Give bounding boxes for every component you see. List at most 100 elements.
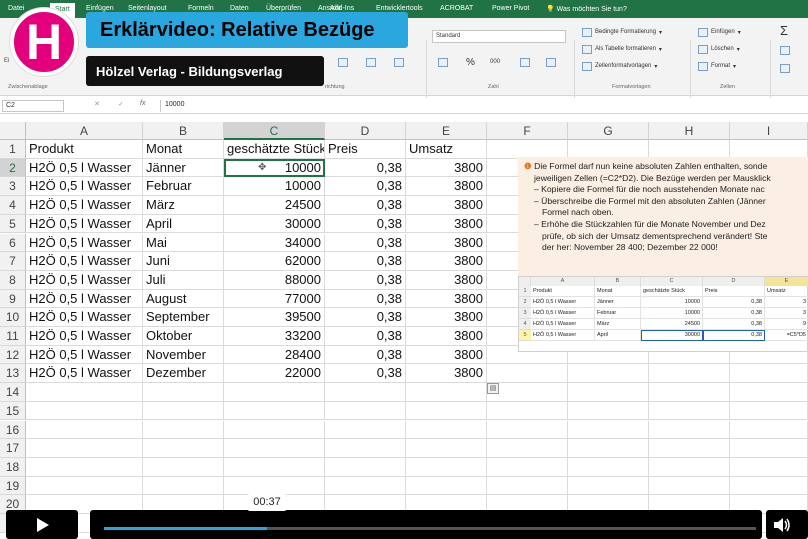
empty-cell[interactable] xyxy=(224,383,325,402)
cell-e[interactable]: 3800 xyxy=(406,364,487,384)
cell-a[interactable]: H2Ö 0,5 l Wasser xyxy=(26,308,143,327)
tab-seitenlayout[interactable]: Seitenlayout xyxy=(128,5,167,12)
empty-cell[interactable] xyxy=(730,457,808,477)
video-seekbar[interactable] xyxy=(90,510,762,539)
empty-cell[interactable] xyxy=(325,457,406,477)
cell-d[interactable]: 0,38 xyxy=(325,196,406,215)
number-format-select[interactable]: Standard xyxy=(432,30,566,43)
empty-cell[interactable] xyxy=(26,476,143,496)
column-header-c[interactable]: C xyxy=(224,122,325,140)
empty-cell[interactable] xyxy=(325,383,406,402)
cell-a[interactable]: H2Ö 0,5 l Wasser xyxy=(26,214,143,234)
empty-cell[interactable] xyxy=(26,420,143,440)
empty-cell[interactable] xyxy=(487,476,568,496)
cell-styles-button[interactable]: Zellenformatvorlagen ▾ xyxy=(582,60,657,72)
row-header[interactable]: 3 xyxy=(0,177,26,197)
cell-e[interactable]: 3800 xyxy=(406,252,487,271)
empty-cell[interactable] xyxy=(649,420,730,440)
empty-cell[interactable] xyxy=(649,364,730,384)
row-header[interactable]: 16 xyxy=(0,420,26,440)
header-cell-e[interactable]: Umsatz xyxy=(406,140,487,159)
tab-acrobat[interactable]: ACROBAT xyxy=(440,5,473,12)
empty-cell[interactable] xyxy=(325,439,406,458)
tab-powerpivot[interactable]: Power Pivot xyxy=(492,5,529,12)
empty-cell[interactable] xyxy=(143,420,224,440)
header-cell-d[interactable]: Preis xyxy=(325,140,406,159)
empty-cell[interactable] xyxy=(649,401,730,421)
empty-cell[interactable] xyxy=(730,383,808,402)
empty-cell[interactable] xyxy=(568,364,649,384)
cell-b[interactable]: September xyxy=(143,308,224,327)
clear-icon[interactable] xyxy=(780,62,790,74)
row-header[interactable]: 2 xyxy=(0,158,26,178)
empty-cell[interactable] xyxy=(487,457,568,477)
empty-cell[interactable] xyxy=(487,439,568,458)
empty-cell[interactable] xyxy=(224,476,325,496)
column-header-a[interactable]: A xyxy=(26,122,143,140)
cell-c[interactable]: 34000 xyxy=(224,233,325,253)
cell-b[interactable]: April xyxy=(143,214,224,234)
cancel-icon[interactable]: ✕ xyxy=(94,100,100,108)
cell-b[interactable]: Juli xyxy=(143,270,224,290)
header-cell-c[interactable]: geschätzte Stück xyxy=(224,140,325,159)
tab-formeln[interactable]: Formeln xyxy=(188,5,214,12)
cell-b[interactable]: November xyxy=(143,345,224,365)
tab-daten[interactable]: Daten xyxy=(230,5,249,12)
empty-cell[interactable] xyxy=(730,364,808,384)
row-header[interactable]: 9 xyxy=(0,289,26,309)
cell-a[interactable]: H2Ö 0,5 l Wasser xyxy=(26,252,143,271)
empty-cell[interactable] xyxy=(26,401,143,421)
column-header-b[interactable]: B xyxy=(143,122,224,140)
empty-cell[interactable] xyxy=(26,439,143,458)
empty-cell[interactable] xyxy=(406,457,487,477)
empty-cell[interactable] xyxy=(649,140,730,159)
function-icon[interactable]: fx xyxy=(140,100,145,107)
cell-e[interactable]: 3800 xyxy=(406,233,487,253)
cell-c[interactable]: 24500 xyxy=(224,196,325,215)
empty-cell[interactable] xyxy=(568,476,649,496)
empty-cell[interactable] xyxy=(406,383,487,402)
cell-d[interactable]: 0,38 xyxy=(325,327,406,346)
tab-addins[interactable]: Add-Ins xyxy=(330,5,354,12)
cell-e[interactable]: 3800 xyxy=(406,345,487,365)
row-header[interactable]: 6 xyxy=(0,233,26,253)
cell-c[interactable]: 10000 xyxy=(224,177,325,197)
cell-a[interactable]: H2Ö 0,5 l Wasser xyxy=(26,364,143,384)
column-header-d[interactable]: D xyxy=(325,122,406,140)
currency-icon[interactable] xyxy=(438,56,448,68)
empty-cell[interactable] xyxy=(649,476,730,496)
cell-e[interactable]: 3800 xyxy=(406,289,487,309)
cell-a[interactable]: H2Ö 0,5 l Wasser xyxy=(26,196,143,215)
thousands-button[interactable]: 000 xyxy=(490,56,500,68)
cell-a[interactable]: H2Ö 0,5 l Wasser xyxy=(26,289,143,309)
cell-a[interactable]: H2Ö 0,5 l Wasser xyxy=(26,327,143,346)
empty-cell[interactable] xyxy=(568,420,649,440)
tab-einfuegen[interactable]: Einfügen xyxy=(86,5,114,12)
empty-cell[interactable] xyxy=(487,140,568,159)
row-header[interactable]: 10 xyxy=(0,308,26,327)
empty-cell[interactable] xyxy=(730,439,808,458)
header-cell-a[interactable]: Produkt xyxy=(26,140,143,159)
row-header[interactable]: 13 xyxy=(0,364,26,384)
cell-a[interactable]: H2Ö 0,5 l Wasser xyxy=(26,345,143,365)
empty-cell[interactable] xyxy=(487,383,568,402)
cell-d[interactable]: 0,38 xyxy=(325,214,406,234)
cell-d[interactable]: 0,38 xyxy=(325,364,406,384)
empty-cell[interactable] xyxy=(26,383,143,402)
empty-cell[interactable] xyxy=(325,401,406,421)
cell-a[interactable]: H2Ö 0,5 l Wasser xyxy=(26,177,143,197)
empty-cell[interactable] xyxy=(406,401,487,421)
confirm-icon[interactable]: ✓ xyxy=(118,100,124,108)
column-header-h[interactable]: H xyxy=(649,122,730,140)
empty-cell[interactable] xyxy=(224,420,325,440)
cell-d[interactable]: 0,38 xyxy=(325,308,406,327)
insert-cells-button[interactable]: Einfügen ▾ xyxy=(698,26,741,38)
cell-e[interactable]: 3800 xyxy=(406,196,487,215)
empty-cell[interactable] xyxy=(224,439,325,458)
cell-d[interactable]: 0,38 xyxy=(325,252,406,271)
tab-entwicklertools[interactable]: Entwicklertools xyxy=(376,5,423,12)
row-header[interactable]: 1 xyxy=(0,140,26,159)
row-header[interactable]: 17 xyxy=(0,439,26,458)
empty-cell[interactable] xyxy=(143,401,224,421)
column-header-f[interactable]: F xyxy=(487,122,568,140)
